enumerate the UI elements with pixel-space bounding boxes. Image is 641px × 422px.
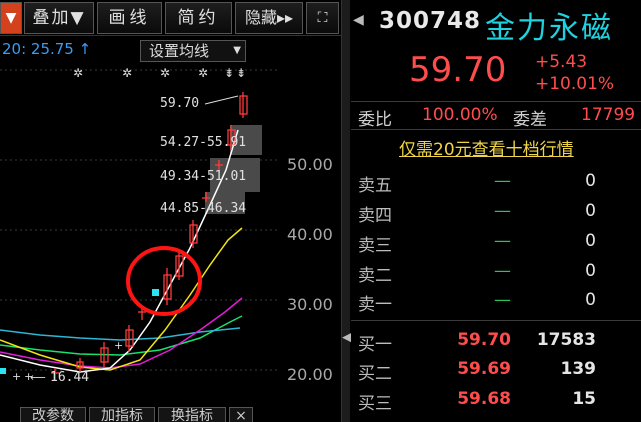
price-change-percent: +10.01% — [535, 74, 615, 94]
ask-row: 卖三 — 0 — [351, 227, 641, 257]
ask-price: — — [494, 290, 511, 310]
svg-text:+: + — [12, 370, 21, 383]
ask-volume: 0 — [585, 290, 596, 310]
ask-row: 卖四 — 0 — [351, 197, 641, 227]
low-arrow-icon: ⟵ — [30, 371, 46, 384]
bid-label: 买一 — [358, 335, 392, 355]
add-indicator-button[interactable]: 加指标 — [89, 407, 155, 422]
bid-volume: 17583 — [536, 330, 596, 350]
bid-price: 59.69 — [457, 359, 511, 379]
bid-volume: 15 — [572, 389, 596, 409]
level2-upgrade-link[interactable]: 仅需20元查看十档行情 — [399, 135, 574, 160]
divider — [351, 129, 641, 130]
ma-line-white — [0, 129, 239, 373]
order-diff-label: 委差 — [513, 110, 547, 130]
ask-volume: 0 — [585, 201, 596, 221]
svg-text:+: + — [114, 339, 123, 352]
bid-label: 买三 — [358, 394, 392, 414]
ask-volume: 0 — [585, 231, 596, 251]
ask-label: 卖一 — [358, 295, 392, 315]
order-ratio-label: 委比 — [358, 110, 392, 130]
svg-text:✲: ✲ — [122, 66, 132, 80]
bid-row: 买四 — [351, 413, 641, 422]
pointer-arrow-icon — [204, 95, 239, 105]
svg-text:✲: ✲ — [73, 66, 83, 80]
price-change: +5.43 — [535, 52, 588, 72]
ask-volume: 0 — [585, 171, 596, 191]
bid-row: 买一 59.70 17583 — [351, 326, 641, 356]
ask-price: — — [494, 171, 511, 191]
grid-lines — [0, 69, 280, 371]
ask-price: — — [494, 231, 511, 251]
ask-label: 卖二 — [358, 266, 392, 286]
close-icon[interactable]: × — [229, 407, 253, 422]
bid-label: 买二 — [358, 364, 392, 384]
ask-row: 卖一 — 0 — [351, 286, 641, 316]
indicator-tabs: 改参数 加指标 换指标 × — [0, 405, 341, 422]
price-axis-label: 20.00 — [287, 365, 333, 384]
quote-panel: ◀ 300748 金力永磁 59.70 +5.43 +10.01% 委比 100… — [351, 0, 641, 422]
order-ratio-value: 100.00% — [422, 105, 498, 125]
panel-splitter[interactable] — [341, 0, 350, 422]
price-axis-label: 30.00 — [287, 295, 333, 314]
price-level-label: 59.70 — [160, 96, 199, 111]
price-level-label: 49.34-51.01 — [160, 169, 246, 184]
svg-text:✲: ✲ — [160, 66, 170, 80]
low-price-label: 16.44 — [50, 370, 89, 385]
last-price: 59.70 — [409, 50, 507, 90]
bid-price: 59.68 — [457, 389, 511, 409]
ask-price: — — [494, 261, 511, 281]
ask-row: 卖五 — 0 — [351, 167, 641, 197]
price-axis-label: 50.00 — [287, 155, 333, 174]
ask-label: 卖三 — [358, 236, 392, 256]
bid-price: 59.70 — [457, 330, 511, 350]
signal-star-markers: ✲ ✲ ✲ ✲ ⇟ ⇟ — [73, 66, 246, 80]
candlestick-chart[interactable]: ✲ ✲ ✲ ✲ ⇟ ⇟ + + + 59.70 54.27-55.91 49.3… — [0, 0, 341, 405]
bid-volume: 139 — [560, 359, 597, 379]
price-level-label: 44.85-46.34 — [160, 201, 246, 216]
divider — [351, 101, 641, 102]
bid-label: 买四 — [358, 417, 392, 422]
svg-text:⇟: ⇟ — [236, 66, 246, 80]
ask-price: — — [494, 201, 511, 221]
collapse-left-icon[interactable]: ◀ — [353, 12, 364, 28]
divider — [351, 320, 641, 321]
stock-name: 金力永磁 — [485, 11, 613, 46]
ask-label: 卖五 — [358, 176, 392, 196]
price-axis-label: 40.00 — [287, 225, 333, 244]
price-level-label: 54.27-55.91 — [160, 135, 246, 150]
bid-row: 买三 59.68 15 — [351, 385, 641, 415]
bid-row: 买二 59.69 139 — [351, 355, 641, 385]
ask-volume: 0 — [585, 261, 596, 281]
switch-indicator-button[interactable]: 换指标 — [158, 407, 226, 422]
ask-label: 卖四 — [358, 206, 392, 226]
stock-code: 300748 — [379, 8, 482, 34]
kline-chart-panel[interactable]: ▼ 叠加▼ 画线 简约 隐藏▸▸ ⛶ 20: 25.75 ↑ 设置均线 ▼ ✲ … — [0, 0, 341, 422]
svg-text:⇟: ⇟ — [224, 66, 234, 80]
svg-text:✲: ✲ — [198, 66, 208, 80]
change-param-button[interactable]: 改参数 — [20, 407, 86, 422]
order-diff-value: 17799 — [581, 105, 636, 125]
ask-row: 卖二 — 0 — [351, 257, 641, 287]
order-ratio-row: 委比 100.00% 委差 17799 — [351, 103, 641, 130]
